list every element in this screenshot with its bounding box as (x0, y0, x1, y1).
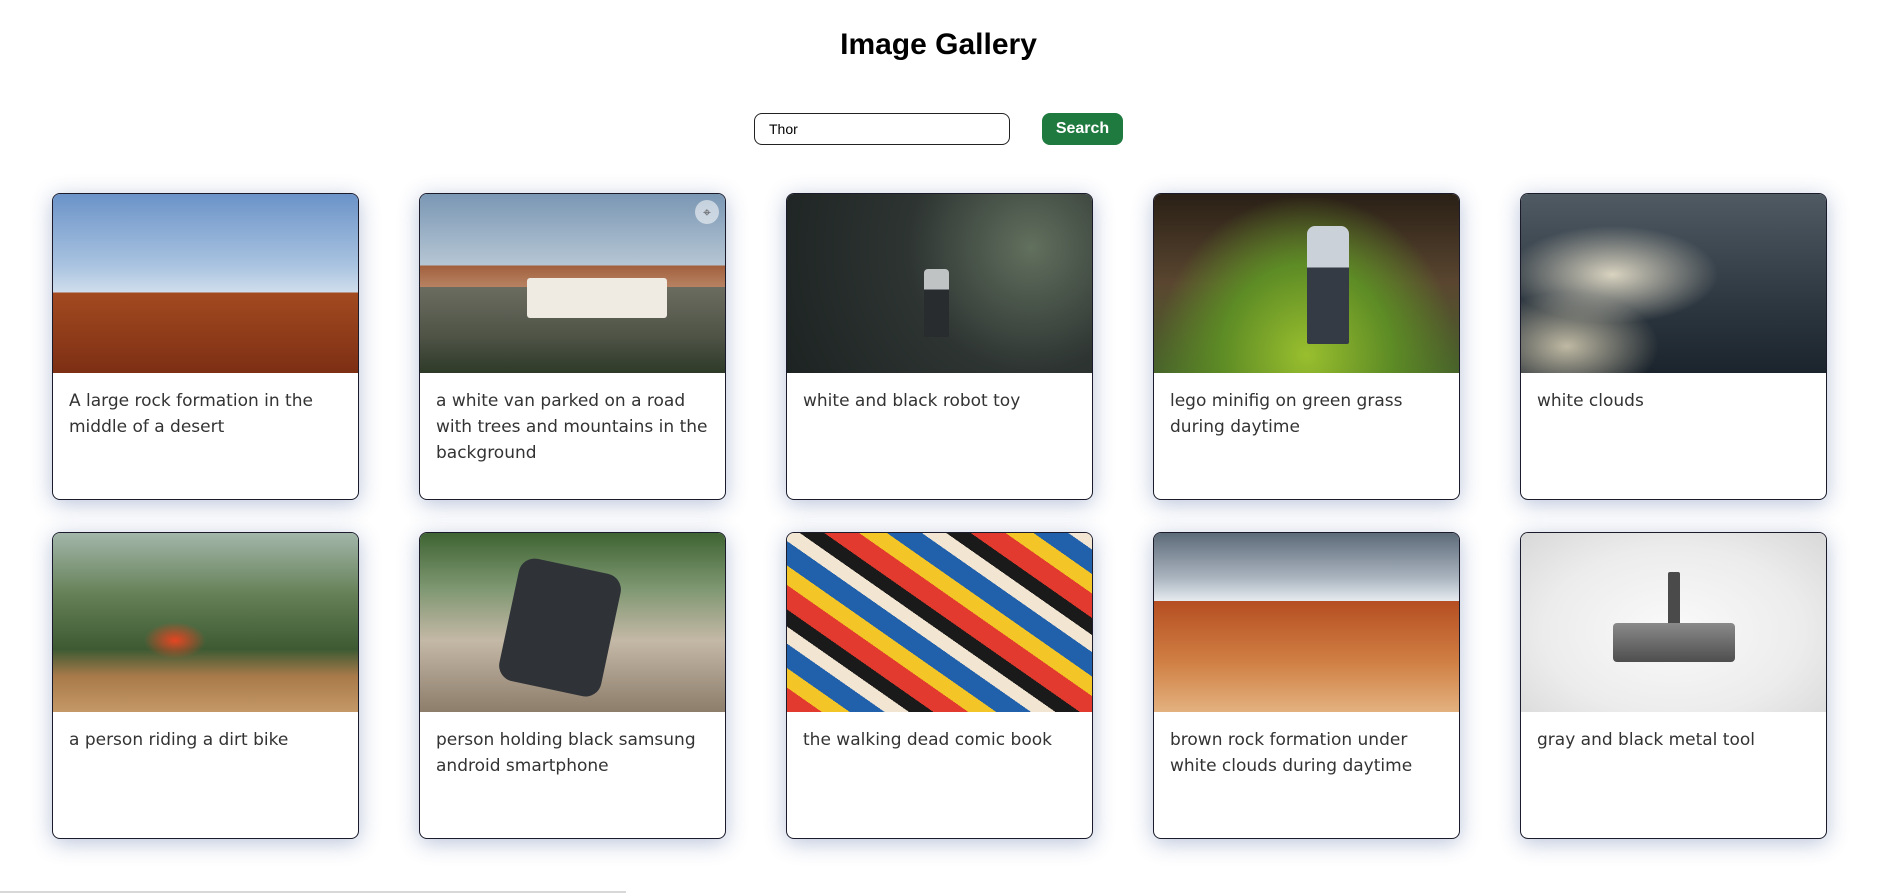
gallery-card[interactable]: lego minifig on green grass during dayti… (1153, 193, 1460, 500)
card-caption: white clouds (1537, 391, 1644, 411)
card-caption: lego minifig on green grass during dayti… (1170, 391, 1403, 437)
card-image[interactable] (53, 533, 358, 712)
card-caption: white and black robot toy (803, 391, 1021, 411)
card-caption: the walking dead comic book (803, 730, 1052, 750)
card-caption: gray and black metal tool (1537, 730, 1755, 750)
card-caption: person holding black samsung android sma… (436, 730, 696, 776)
gallery-card[interactable]: person holding black samsung android sma… (419, 532, 726, 839)
card-image[interactable]: ⌖ (420, 194, 725, 373)
page-title: Image Gallery (840, 28, 1037, 61)
card-caption: a person riding a dirt bike (69, 730, 289, 750)
image-gallery: A large rock formation in the middle of … (52, 193, 1827, 839)
card-image[interactable] (1521, 533, 1826, 712)
card-caption: a white van parked on a road with trees … (436, 391, 708, 463)
gallery-card[interactable]: white clouds (1520, 193, 1827, 500)
gallery-card[interactable]: gray and black metal tool (1520, 532, 1827, 839)
card-image[interactable] (1521, 194, 1826, 373)
gallery-card[interactable]: the walking dead comic book (786, 532, 1093, 839)
card-image[interactable] (1154, 533, 1459, 712)
search-bar: Search (0, 113, 1877, 145)
card-image[interactable] (787, 194, 1092, 373)
search-input[interactable] (754, 113, 1010, 145)
card-image[interactable] (53, 194, 358, 373)
search-button[interactable]: Search (1042, 113, 1123, 145)
card-caption: brown rock formation under white clouds … (1170, 730, 1413, 776)
card-image[interactable] (420, 533, 725, 712)
gallery-card[interactable]: A large rock formation in the middle of … (52, 193, 359, 500)
gallery-card[interactable]: brown rock formation under white clouds … (1153, 532, 1460, 839)
gallery-card[interactable]: ⌖ a white van parked on a road with tree… (419, 193, 726, 500)
gallery-card[interactable]: a person riding a dirt bike (52, 532, 359, 839)
card-image[interactable] (1154, 194, 1459, 373)
card-caption: A large rock formation in the middle of … (69, 391, 313, 437)
card-image[interactable] (787, 533, 1092, 712)
lens-icon[interactable]: ⌖ (695, 200, 719, 224)
gallery-card[interactable]: white and black robot toy (786, 193, 1093, 500)
